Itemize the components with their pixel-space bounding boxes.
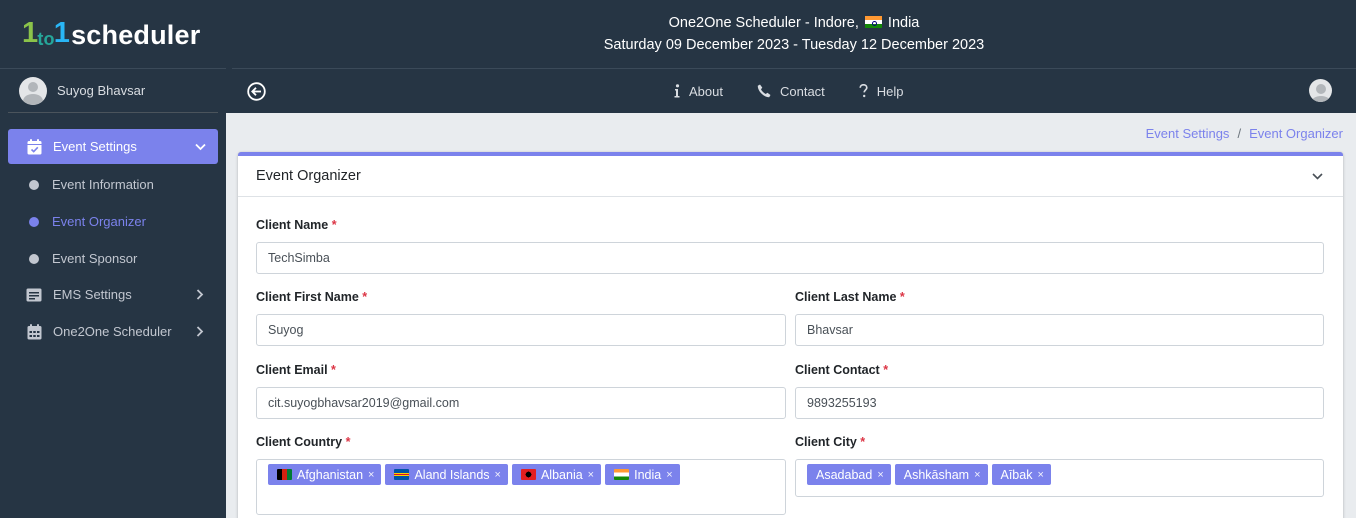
required-marker: * (331, 218, 337, 232)
country-tag: Aland Islands × (385, 464, 508, 485)
india-flag-icon (614, 469, 630, 480)
city-tag: Aībak × (991, 464, 1051, 485)
id-card-icon (25, 286, 43, 304)
brand[interactable]: 1 to 1 scheduler (0, 0, 226, 69)
help-link[interactable]: Help (859, 84, 904, 99)
event-dates: Saturday 09 December 2023 - Tuesday 12 D… (603, 37, 985, 53)
card-header[interactable]: Event Organizer (238, 156, 1343, 197)
sidebar-subitem-event-information[interactable]: Event Information (8, 166, 218, 203)
breadcrumb-event-organizer[interactable]: Event Organizer (1249, 126, 1343, 141)
remove-tag-icon[interactable]: × (877, 469, 883, 481)
event-organizer-card: Event Organizer Client Name * TechSimba … (238, 152, 1343, 518)
event-title: One2One Scheduler - Indore, India (668, 15, 920, 31)
india-flag-icon (864, 16, 882, 28)
client-city-label: Client City * (795, 435, 866, 449)
client-name-label: Client Name * (256, 218, 337, 232)
sidebar-subitem-event-organizer[interactable]: Event Organizer (8, 203, 218, 240)
client-city-select[interactable]: Asadabad × Ashkāsham × Aībak × (795, 459, 1324, 497)
circle-icon (29, 216, 39, 227)
user-avatar (19, 76, 47, 105)
header-nav: About Contact Help (226, 69, 1356, 113)
question-icon (859, 84, 868, 98)
required-marker: * (883, 363, 889, 377)
logo-mark: 1 to 1 (22, 16, 71, 49)
client-country-select[interactable]: Afghanistan × Aland Islands × Albania × … (256, 459, 786, 515)
country-tag: Afghanistan × (268, 464, 382, 485)
remove-tag-icon[interactable]: × (588, 469, 594, 481)
city-tag: Asadabad × (807, 464, 891, 485)
required-marker: * (345, 435, 351, 449)
city-tag: Ashkāsham × (894, 464, 988, 485)
required-marker: * (899, 290, 905, 304)
client-email-label: Client Email * (256, 363, 336, 377)
about-link[interactable]: About (674, 84, 723, 99)
client-last-name-label: Client Last Name * (795, 290, 905, 304)
logo-text: scheduler (71, 19, 201, 50)
chevron-right-icon (194, 326, 206, 338)
country-tag: Albania × (511, 464, 602, 485)
top-header: One2One Scheduler - Indore, India Saturd… (226, 0, 1356, 113)
client-email-input[interactable]: cit.suyogbhavsar2019@gmail.com (256, 387, 786, 419)
main-content: Event Settings / Event Organizer Event O… (226, 113, 1356, 518)
client-name-input[interactable]: TechSimba (256, 242, 1324, 274)
sidebar-item-event-settings[interactable]: Event Settings (8, 129, 218, 164)
sidebar-item-ems-settings[interactable]: EMS Settings (8, 277, 218, 312)
remove-tag-icon[interactable]: × (666, 469, 672, 481)
sidebar-nav: Event Settings Event Information Event O… (0, 113, 226, 349)
phone-icon (757, 84, 771, 98)
client-first-name-label: Client First Name * (256, 290, 368, 304)
sidebar-item-one2one-scheduler[interactable]: One2One Scheduler (8, 314, 218, 349)
client-last-name-input[interactable]: Bhavsar (795, 314, 1324, 346)
chevron-down-icon[interactable] (1309, 168, 1325, 184)
remove-tag-icon[interactable]: × (495, 469, 501, 481)
sidebar: 1 to 1 scheduler Suyog Bhavsar Event Set… (0, 0, 226, 518)
client-country-label: Client Country * (256, 435, 351, 449)
client-contact-label: Client Contact * (795, 363, 889, 377)
card-title: Event Organizer (256, 168, 361, 184)
user-panel[interactable]: Suyog Bhavsar (8, 69, 218, 113)
albania-flag-icon (520, 469, 536, 480)
required-marker: * (362, 290, 368, 304)
breadcrumb: Event Settings / Event Organizer (1146, 126, 1343, 141)
required-marker: * (860, 435, 866, 449)
circle-icon (29, 253, 39, 264)
info-icon (674, 84, 680, 98)
header-links: About Contact Help (674, 69, 938, 113)
header-user-avatar[interactable] (1309, 79, 1332, 102)
remove-tag-icon[interactable]: × (368, 469, 374, 481)
required-marker: * (331, 363, 336, 377)
calendar-grid-icon (25, 323, 43, 341)
client-first-name-input[interactable]: Suyog (256, 314, 786, 346)
breadcrumb-event-settings[interactable]: Event Settings (1146, 126, 1230, 141)
chevron-down-icon (194, 141, 206, 153)
chevron-right-icon (194, 289, 206, 301)
remove-tag-icon[interactable]: × (974, 469, 980, 481)
contact-link[interactable]: Contact (757, 84, 825, 99)
circle-icon (29, 179, 39, 190)
remove-tag-icon[interactable]: × (1037, 469, 1043, 481)
afghanistan-flag-icon (277, 469, 292, 480)
client-contact-input[interactable]: 9893255193 (795, 387, 1324, 419)
brand-logo[interactable]: 1 to 1 scheduler (22, 16, 201, 51)
event-banner: One2One Scheduler - Indore, India Saturd… (232, 0, 1356, 69)
aland-flag-icon (394, 469, 410, 480)
breadcrumb-separator: / (1237, 126, 1242, 141)
calendar-check-icon (25, 138, 43, 156)
sidebar-subitem-event-sponsor[interactable]: Event Sponsor (8, 240, 218, 277)
back-circle-icon[interactable] (246, 81, 266, 101)
country-tag: India × (605, 464, 680, 485)
user-name[interactable]: Suyog Bhavsar (57, 83, 145, 98)
